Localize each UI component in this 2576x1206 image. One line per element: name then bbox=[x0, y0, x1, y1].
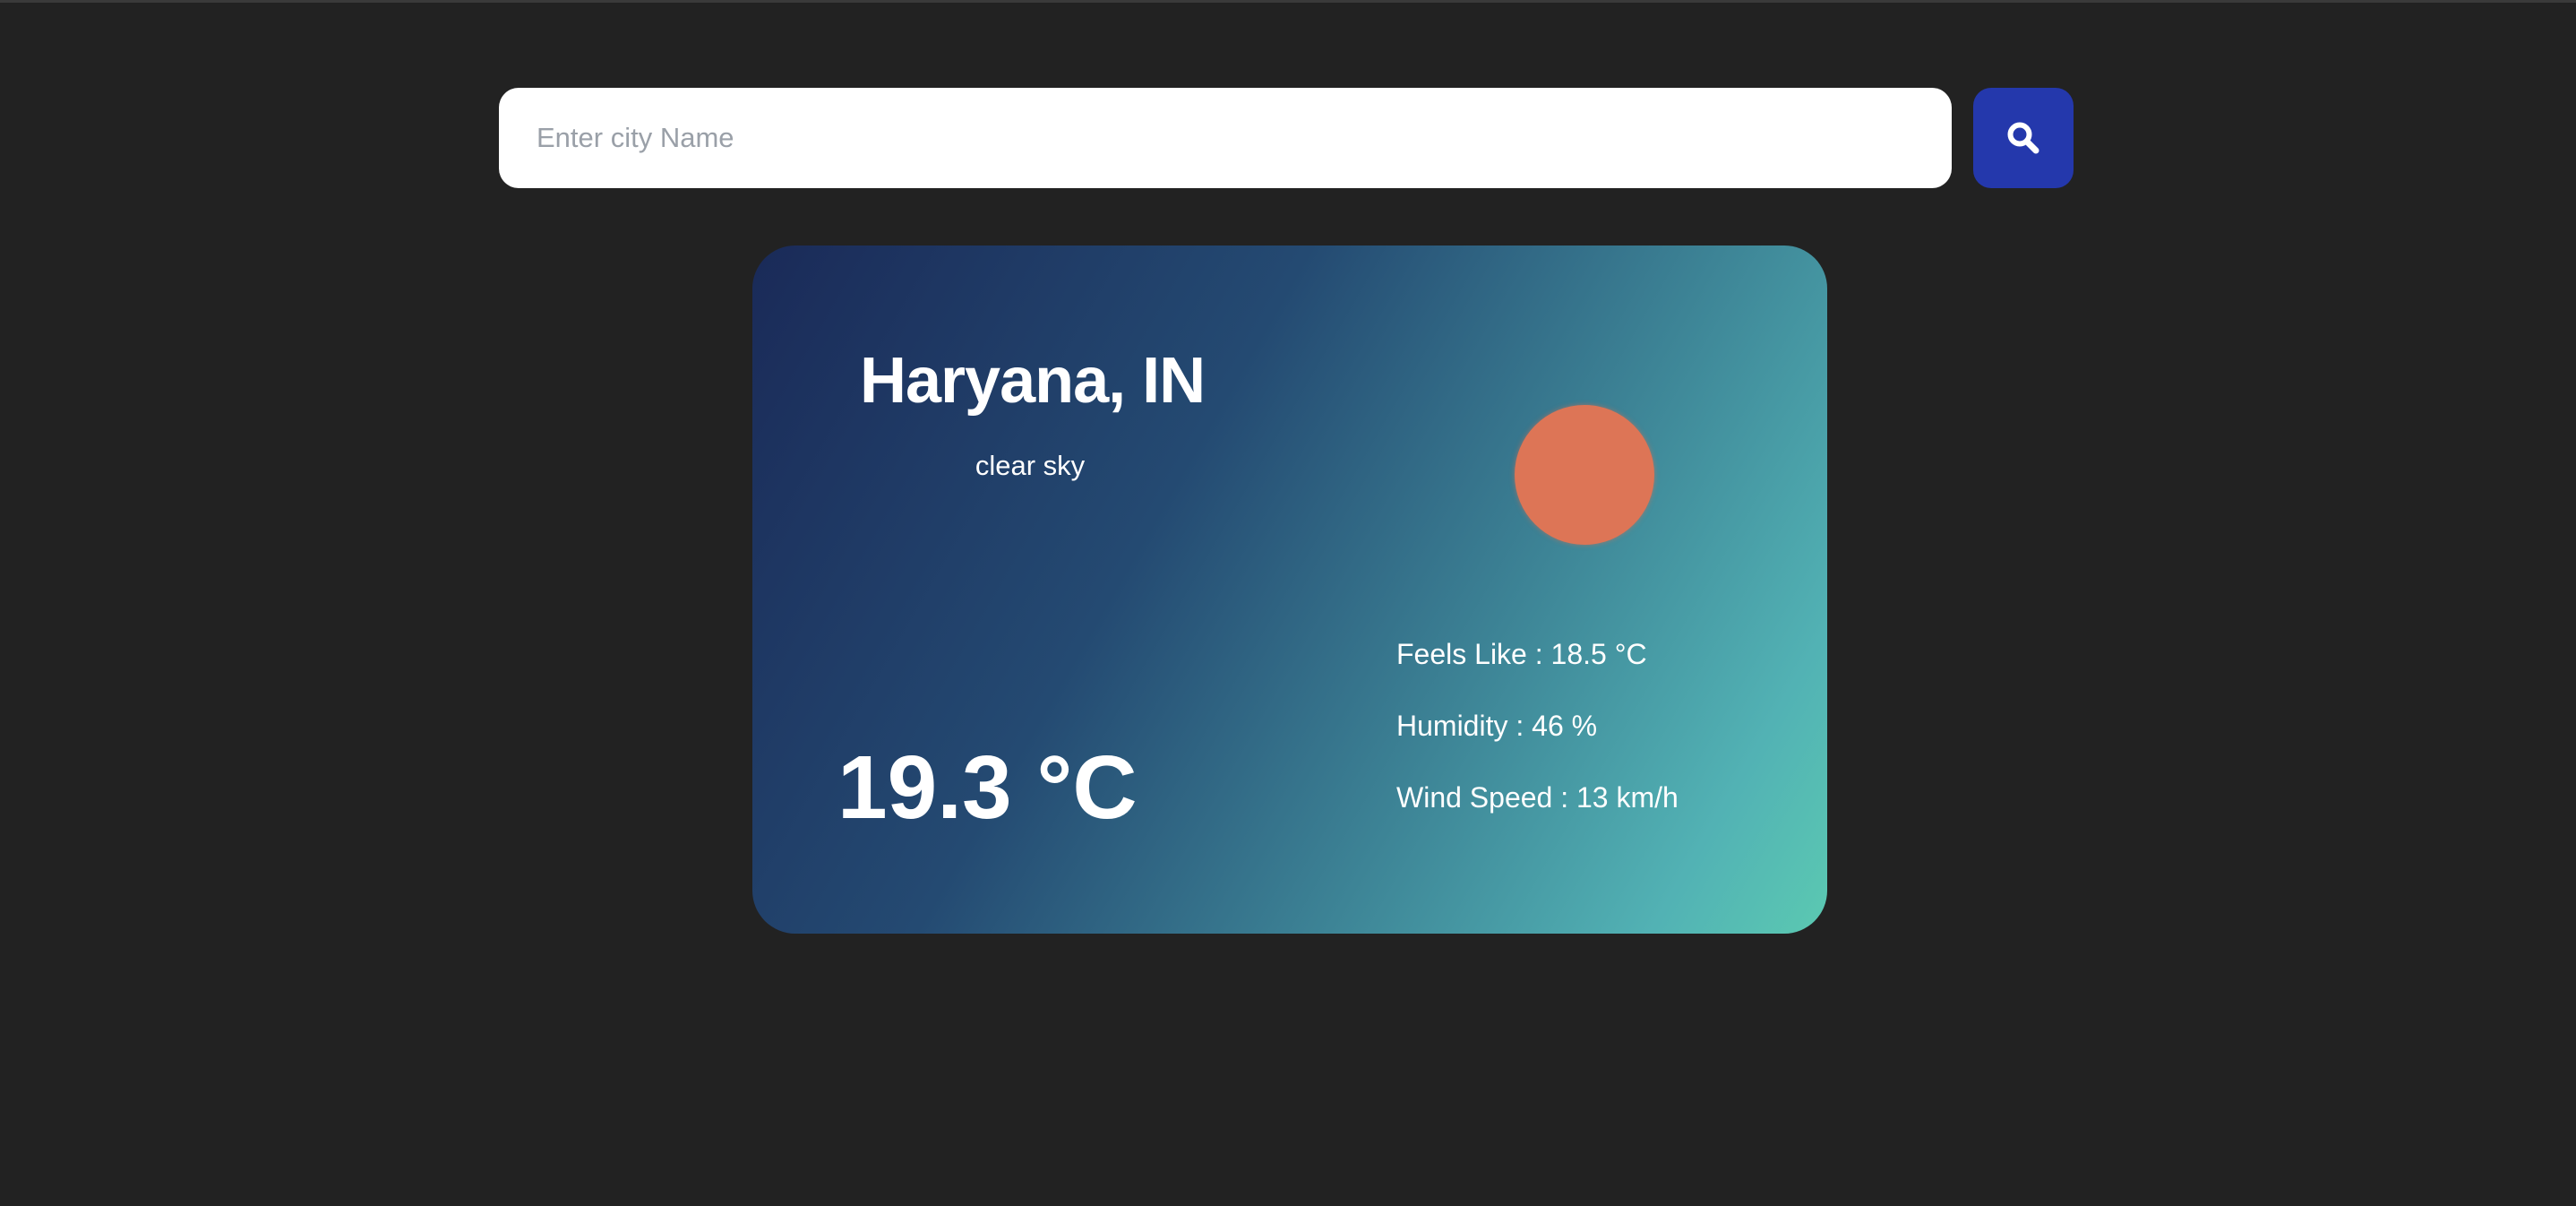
feels-like-text: Feels Like : 18.5 °C bbox=[1396, 638, 1647, 670]
weather-description: clear sky bbox=[975, 450, 1086, 481]
city-search-input[interactable] bbox=[499, 88, 1952, 188]
temperature-value: 19.3 °C bbox=[837, 737, 1138, 838]
top-divider bbox=[0, 0, 2576, 3]
humidity-text: Humidity : 46 % bbox=[1396, 710, 1598, 742]
search-icon bbox=[2007, 122, 2039, 154]
sun-icon bbox=[1515, 405, 1654, 545]
weather-card: Haryana, IN clear sky 19.3 °C Feels Like… bbox=[752, 246, 1827, 934]
location-title: Haryana, IN bbox=[860, 345, 1206, 417]
wind-speed-text: Wind Speed : 13 km/h bbox=[1396, 781, 1679, 814]
search-button[interactable] bbox=[1973, 88, 2074, 188]
